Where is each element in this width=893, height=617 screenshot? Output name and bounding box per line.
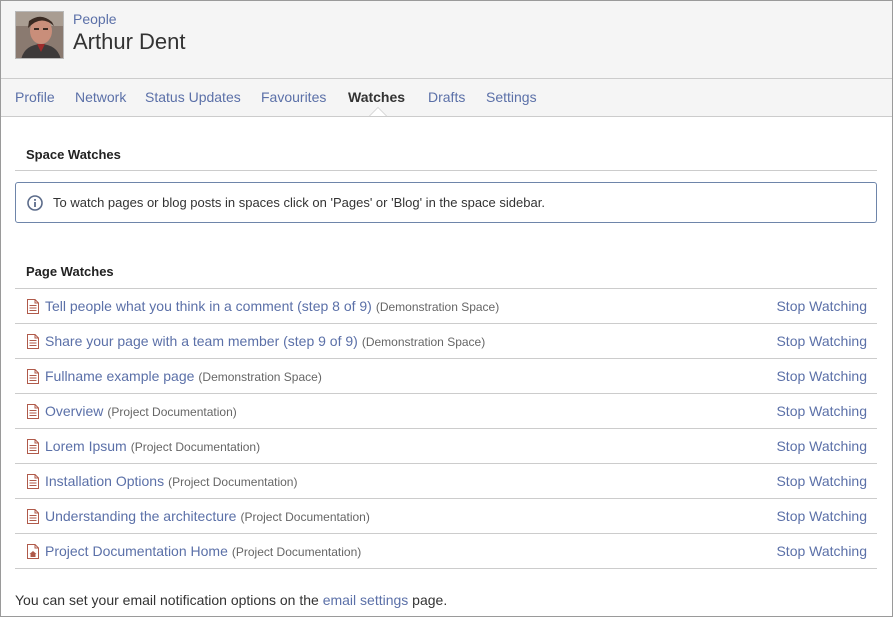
space-watches-info-message: To watch pages or blog posts in spaces c… xyxy=(15,182,877,223)
avatar[interactable] xyxy=(15,11,64,59)
list-item: Project Documentation Home (Project Docum… xyxy=(15,534,877,569)
stop-watching-link[interactable]: Stop Watching xyxy=(776,508,867,524)
watched-page-space: (Project Documentation) xyxy=(130,440,261,454)
watched-page-space: (Project Documentation) xyxy=(168,475,298,489)
tab-watches[interactable]: Watches xyxy=(348,89,405,105)
watched-page-link[interactable]: Project Documentation Home (Project Docum… xyxy=(45,543,361,559)
watched-page-space: (Project Documentation) xyxy=(231,545,362,559)
watched-page-link[interactable]: Lorem Ipsum (Project Documentation) xyxy=(45,438,260,454)
email-settings-note: You can set your email notification opti… xyxy=(15,592,447,608)
page-icon xyxy=(27,439,39,454)
tab-favourites[interactable]: Favourites xyxy=(261,89,326,105)
info-message-text: To watch pages or blog posts in spaces c… xyxy=(53,195,545,210)
stop-watching-link[interactable]: Stop Watching xyxy=(776,298,867,314)
watched-page-title[interactable]: Fullname example page xyxy=(45,368,194,384)
space-watches-divider xyxy=(15,170,877,171)
active-tab-pointer xyxy=(370,108,386,116)
profile-header: People Arthur Dent xyxy=(1,1,892,78)
page-icon xyxy=(27,299,39,314)
watched-page-space: (Project Documentation) xyxy=(107,405,237,419)
page-icon xyxy=(27,369,39,384)
watched-page-link[interactable]: Share your page with a team member (step… xyxy=(45,333,485,349)
watched-page-space: (Demonstration Space) xyxy=(375,300,500,314)
breadcrumb-people[interactable]: People xyxy=(73,11,117,27)
list-item: Lorem Ipsum (Project Documentation) Stop … xyxy=(15,429,877,464)
home-page-icon xyxy=(27,544,39,559)
stop-watching-link[interactable]: Stop Watching xyxy=(776,543,867,559)
watched-page-link[interactable]: Understanding the architecture (Project D… xyxy=(45,508,370,524)
watched-page-title[interactable]: Share your page with a team member (step… xyxy=(45,333,358,349)
watched-page-title[interactable]: Project Documentation Home xyxy=(45,543,228,559)
watched-page-title[interactable]: Understanding the architecture xyxy=(45,508,236,524)
tab-drafts[interactable]: Drafts xyxy=(428,89,465,105)
page-title: Arthur Dent xyxy=(73,29,186,54)
profile-tabs: Profile Network Status Updates Favourite… xyxy=(1,78,892,117)
list-item: Tell people what you think in a comment … xyxy=(15,289,877,324)
stop-watching-link[interactable]: Stop Watching xyxy=(776,403,867,419)
watched-page-link[interactable]: Tell people what you think in a comment … xyxy=(45,298,499,314)
watched-page-link[interactable]: Overview (Project Documentation) xyxy=(45,403,237,419)
watched-page-title[interactable]: Installation Options xyxy=(45,473,164,489)
footer-suffix-text: page. xyxy=(412,592,448,608)
page-icon xyxy=(27,509,39,524)
page-icon xyxy=(27,474,39,489)
watched-page-title[interactable]: Tell people what you think in a comment … xyxy=(45,298,372,314)
watched-page-link[interactable]: Installation Options (Project Documentati… xyxy=(45,473,297,489)
info-icon xyxy=(27,195,43,211)
watched-page-space: (Project Documentation) xyxy=(240,510,370,524)
tab-profile[interactable]: Profile xyxy=(15,89,55,105)
watched-page-space: (Demonstration Space) xyxy=(361,335,486,349)
page-icon xyxy=(27,334,39,349)
list-item: Understanding the architecture (Project D… xyxy=(15,499,877,534)
tab-settings[interactable]: Settings xyxy=(486,89,537,105)
stop-watching-link[interactable]: Stop Watching xyxy=(776,368,867,384)
footer-prefix-text: You can set your email notification opti… xyxy=(15,592,319,608)
tab-network[interactable]: Network xyxy=(75,89,126,105)
space-watches-heading: Space Watches xyxy=(26,147,121,162)
watched-page-link[interactable]: Fullname example page (Demonstration Spac… xyxy=(45,368,322,384)
watched-page-title[interactable]: Overview xyxy=(45,403,103,419)
watched-page-title[interactable]: Lorem Ipsum xyxy=(45,438,127,454)
page-watches-heading: Page Watches xyxy=(26,264,114,279)
page-icon xyxy=(27,404,39,419)
stop-watching-link[interactable]: Stop Watching xyxy=(776,438,867,454)
list-item: Installation Options (Project Documentati… xyxy=(15,464,877,499)
watched-page-space: (Demonstration Space) xyxy=(198,370,322,384)
stop-watching-link[interactable]: Stop Watching xyxy=(776,473,867,489)
list-item: Share your page with a team member (step… xyxy=(15,324,877,359)
avatar-photo xyxy=(16,12,63,58)
tab-status-updates[interactable]: Status Updates xyxy=(145,89,241,105)
stop-watching-link[interactable]: Stop Watching xyxy=(776,333,867,349)
email-settings-link[interactable]: email settings xyxy=(323,592,409,608)
list-item: Fullname example page (Demonstration Spac… xyxy=(15,359,877,394)
list-item: Overview (Project Documentation) Stop Wat… xyxy=(15,394,877,429)
